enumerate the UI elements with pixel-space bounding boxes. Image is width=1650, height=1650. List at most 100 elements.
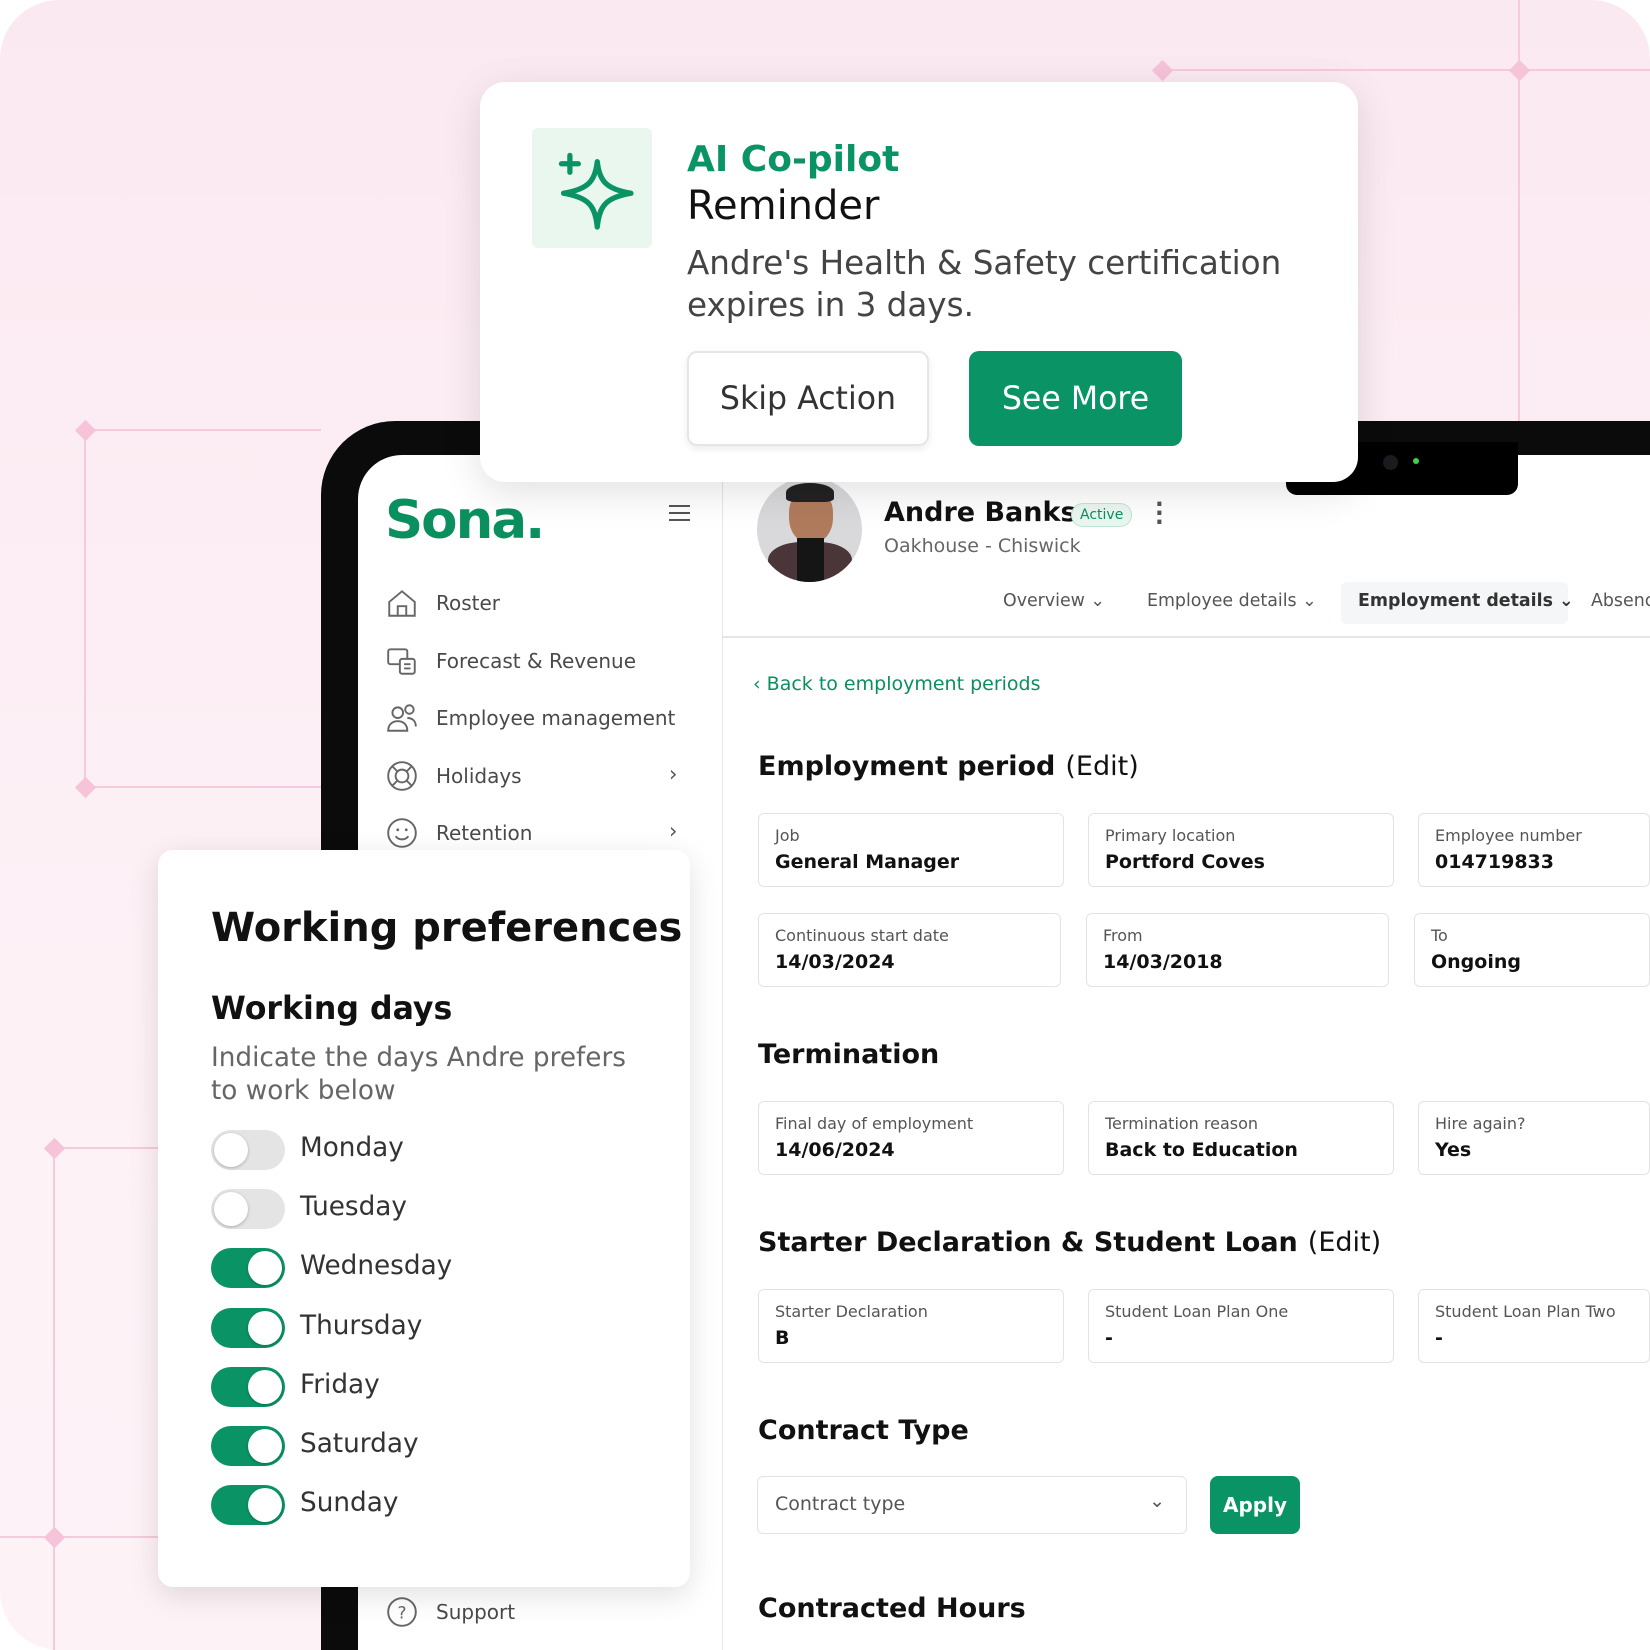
- toggle-knob: [248, 1429, 282, 1463]
- employee-location: Oakhouse - Chiswick: [884, 535, 1081, 557]
- diamond-marker: [74, 776, 97, 799]
- contract-type-select[interactable]: Contract type ⌄: [757, 1476, 1187, 1534]
- section-title: Termination: [758, 1039, 940, 1070]
- edit-link[interactable]: (Edit): [1065, 751, 1138, 782]
- field-label: Starter Declaration: [775, 1302, 928, 1321]
- lifebuoy-icon: [387, 761, 417, 791]
- sidebar-item-forecast[interactable]: Forecast & Revenue: [385, 644, 636, 678]
- field-value: B: [775, 1327, 790, 1349]
- field-box: Primary location Portford Coves: [1088, 813, 1394, 887]
- section-title: Contract Type: [758, 1415, 969, 1446]
- field-label: Job: [775, 826, 800, 845]
- tab-label: Overview: [1003, 591, 1085, 611]
- field-value: 014719833: [1435, 851, 1554, 873]
- day-toggle[interactable]: [211, 1189, 285, 1230]
- field-box: Student Loan Plan Two -: [1418, 1289, 1650, 1363]
- day-toggle[interactable]: [211, 1485, 285, 1526]
- tab-overview[interactable]: Overview ⌄: [1003, 591, 1105, 611]
- day-toggle[interactable]: [211, 1426, 285, 1466]
- field-label: Continuous start date: [775, 926, 949, 945]
- day-toggle[interactable]: [211, 1366, 285, 1407]
- tab-employment-details[interactable]: Employment details ⌄: [1358, 591, 1574, 611]
- employee-name: Andre Banks: [884, 497, 1077, 528]
- apply-button[interactable]: Apply: [1210, 1476, 1300, 1534]
- field-label: Termination reason: [1105, 1114, 1259, 1133]
- sidebar-item-retention[interactable]: Retention: [385, 816, 532, 850]
- sidebar-item-label: Retention: [436, 821, 533, 845]
- sidebar-item-support[interactable]: ? Support: [385, 1595, 515, 1629]
- sidebar-item-roster[interactable]: Roster: [385, 586, 500, 620]
- home-icon: [388, 590, 416, 617]
- day-label: Thursday: [300, 1310, 423, 1341]
- field-box: Student Loan Plan One -: [1088, 1289, 1394, 1363]
- field-box: Hire again? Yes: [1418, 1101, 1650, 1175]
- field-label: Student Loan Plan One: [1105, 1302, 1289, 1321]
- field-box: Job General Manager: [758, 813, 1064, 887]
- svg-text:?: ?: [397, 1603, 406, 1623]
- sidebar-item-label: Roster: [436, 591, 501, 615]
- card-title: Working preferences: [211, 905, 683, 951]
- sparkle-icon: [558, 152, 634, 230]
- tab-label: Employment details: [1358, 591, 1553, 611]
- field-label: Employee number: [1435, 826, 1582, 845]
- day-toggle[interactable]: [211, 1307, 285, 1348]
- sidebar-item-employee-management[interactable]: Employee management: [385, 701, 675, 735]
- avatar: [757, 477, 862, 582]
- card-subtitle: Working days: [211, 991, 453, 1027]
- section-title: Starter Declaration & Student Loan (Edit): [758, 1227, 1381, 1258]
- day-toggle[interactable]: [211, 1130, 285, 1170]
- day-label: Sunday: [300, 1488, 399, 1519]
- header-divider: [722, 636, 1650, 638]
- field-value: General Manager: [775, 851, 960, 873]
- sidebar-item-holidays[interactable]: Holidays: [385, 759, 522, 793]
- toggle-knob: [248, 1369, 282, 1404]
- field-box: Starter Declaration B: [758, 1289, 1064, 1363]
- toggle-knob: [214, 1192, 248, 1227]
- section-title: Employment period (Edit): [758, 751, 1139, 782]
- canvas: Sona. Roster Forecast & Revenue Employee…: [0, 0, 1650, 1650]
- field-label: Student Loan Plan Two: [1435, 1302, 1616, 1321]
- more-options-icon[interactable]: · · ·: [1155, 494, 1164, 535]
- toggle-knob: [248, 1251, 282, 1286]
- forecast-icon: [387, 648, 416, 675]
- skip-action-button[interactable]: Skip Action: [687, 351, 929, 446]
- hamburger-menu-icon[interactable]: [669, 505, 690, 521]
- field-box: Continuous start date 14/03/2024: [758, 913, 1061, 987]
- field-value: Portford Coves: [1105, 851, 1265, 873]
- sidebar-item-label: Forecast & Revenue: [436, 649, 637, 673]
- sidebar-divider: [722, 455, 723, 1650]
- field-label: Primary location: [1105, 826, 1236, 845]
- help-icon: ?: [387, 1597, 417, 1627]
- toggle-knob: [248, 1310, 282, 1345]
- back-link[interactable]: ‹ Back to employment periods: [753, 673, 1041, 695]
- tab-label: Employee details: [1147, 591, 1297, 611]
- contract-type-placeholder: Contract type: [775, 1493, 906, 1515]
- day-toggle[interactable]: [211, 1248, 285, 1289]
- day-label: Monday: [300, 1133, 404, 1163]
- day-label: Wednesday: [300, 1251, 453, 1282]
- diamond-marker: [1508, 59, 1531, 82]
- ai-card-subtitle: Reminder: [687, 183, 880, 229]
- field-value: Yes: [1435, 1139, 1472, 1161]
- grid-line: [84, 429, 321, 431]
- ai-copilot-card: AI Co-pilot Reminder Andre's Health & Sa…: [480, 82, 1358, 482]
- field-box: Termination reason Back to Education: [1088, 1101, 1394, 1175]
- tab-employee-details[interactable]: Employee details ⌄: [1147, 591, 1317, 611]
- field-box: To Ongoing: [1414, 913, 1650, 987]
- people-icon: [387, 704, 417, 732]
- day-label: Saturday: [300, 1429, 419, 1459]
- sidebar-item-label: Support: [436, 1600, 516, 1624]
- sona-logo: Sona.: [385, 490, 545, 551]
- edit-link[interactable]: (Edit): [1308, 1227, 1381, 1258]
- field-label: Final day of employment: [775, 1114, 974, 1133]
- field-value: -: [1435, 1327, 1443, 1349]
- ai-icon-tile: [532, 128, 652, 248]
- see-more-button[interactable]: See More: [969, 351, 1182, 446]
- status-badge: Active: [1071, 503, 1133, 527]
- camera-indicator-icon: [1413, 458, 1419, 464]
- tab-absence[interactable]: Absence: [1591, 591, 1650, 611]
- field-value: 14/03/2018: [1103, 951, 1223, 973]
- chevron-down-icon: ⌄: [1090, 591, 1105, 611]
- camera-icon: [1383, 455, 1398, 470]
- field-label: Hire again?: [1435, 1114, 1526, 1133]
